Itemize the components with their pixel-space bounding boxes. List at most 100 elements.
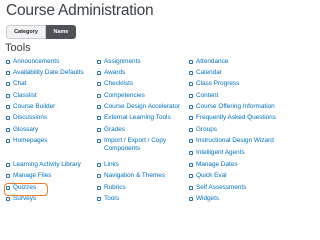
tool-label: Checklists xyxy=(104,80,134,87)
tool-link[interactable]: Content xyxy=(189,92,218,100)
tool-link[interactable]: Learning Activity Library xyxy=(6,161,81,169)
tool-label: Manage Dates xyxy=(196,161,238,168)
tool-link[interactable]: Class Progress xyxy=(189,80,239,88)
agent-icon xyxy=(189,151,193,155)
tool-link[interactable]: External Learning Tools xyxy=(97,114,171,122)
megaphone-icon xyxy=(6,60,10,64)
people-icon xyxy=(6,94,10,98)
wizard-icon xyxy=(189,139,193,143)
building-blocks-icon xyxy=(6,105,10,109)
folder-icon xyxy=(6,174,10,178)
competency-icon xyxy=(97,94,101,98)
tool-link[interactable]: Self Assessments xyxy=(189,184,246,192)
tool-link[interactable]: Classlist xyxy=(6,92,37,100)
tool-link[interactable]: Announcements xyxy=(6,58,59,66)
tool-link[interactable]: Rubrics xyxy=(97,184,126,192)
tool-link[interactable]: Intelligent Agents xyxy=(189,149,245,157)
tool-label: Class Progress xyxy=(196,80,240,87)
tool-label: Chat xyxy=(13,80,27,87)
tool-link[interactable]: Frequently Asked Questions xyxy=(189,114,276,122)
accelerator-icon xyxy=(97,105,101,109)
faq-icon xyxy=(189,116,193,120)
tool-link[interactable]: Links xyxy=(97,161,119,169)
tool-link[interactable]: Course Builder xyxy=(6,103,55,111)
info-icon xyxy=(189,105,193,109)
tool-link[interactable]: Availability Date Defaults xyxy=(6,69,84,77)
tool-link[interactable]: Assignments xyxy=(97,58,141,66)
library-icon xyxy=(6,163,10,167)
wrench-icon xyxy=(97,197,101,201)
tool-label: Glossary xyxy=(13,126,39,133)
award-icon xyxy=(97,71,101,75)
tool-label: Awards xyxy=(104,69,126,76)
rubric-icon xyxy=(97,186,101,190)
tool-link[interactable]: Course Offering Information xyxy=(189,103,275,111)
tool-label: External Learning Tools xyxy=(104,114,171,121)
tool-link[interactable]: Quick Eval xyxy=(189,172,227,180)
tool-link[interactable]: Manage Files xyxy=(6,172,51,180)
link-icon xyxy=(97,163,101,167)
calendar-icon xyxy=(189,71,193,75)
book-icon xyxy=(6,128,10,132)
tool-label: Surveys xyxy=(13,195,37,202)
tool-label: Discussions xyxy=(13,114,48,121)
import-export-icon xyxy=(97,139,101,143)
groups-icon xyxy=(189,128,193,132)
chat-bubble-icon xyxy=(6,82,10,86)
tool-link[interactable]: Homepages xyxy=(6,137,47,145)
tool-link[interactable]: Grades xyxy=(97,126,125,134)
tool-label: Manage Files xyxy=(13,172,52,179)
tool-link[interactable]: Course Design Accelerator xyxy=(97,103,180,111)
discussion-icon xyxy=(6,116,10,120)
tool-link[interactable]: Awards xyxy=(97,69,125,77)
tool-link[interactable]: Glossary xyxy=(6,126,38,134)
page-title: Course Administration xyxy=(6,2,154,19)
tool-link[interactable]: Instructional Design Wizard xyxy=(189,137,274,145)
assignment-icon xyxy=(97,60,101,64)
tool-label: Intelligent Agents xyxy=(196,149,245,156)
tool-label: Grades xyxy=(104,126,125,133)
content-icon xyxy=(189,94,193,98)
tool-link[interactable]: Calendar xyxy=(189,69,222,77)
tool-link[interactable]: Surveys xyxy=(6,195,36,203)
tool-label: Instructional Design Wizard xyxy=(196,137,274,144)
tool-link[interactable]: Chat xyxy=(6,80,27,88)
tool-link[interactable]: Competencies xyxy=(97,92,145,100)
tool-link[interactable]: Navigation & Themes xyxy=(97,172,165,180)
category-button[interactable]: Category xyxy=(6,25,46,39)
tool-label: Navigation & Themes xyxy=(104,172,165,179)
widget-icon xyxy=(189,197,193,201)
tool-link[interactable]: Groups xyxy=(189,126,217,134)
tool-label: Tools xyxy=(104,195,119,202)
tool-label: Links xyxy=(104,161,119,168)
quick-eval-icon xyxy=(189,174,193,178)
tool-label: Homepages xyxy=(13,137,48,144)
tool-link[interactable]: Import / Export / Copy Components xyxy=(97,137,180,153)
tool-label: Import / Export / Copy Components xyxy=(104,137,167,152)
tool-link[interactable]: Discussions xyxy=(6,114,47,122)
tool-label: Rubrics xyxy=(104,184,126,191)
tool-link[interactable]: Tools xyxy=(97,195,119,203)
tool-label: Content xyxy=(196,92,219,99)
sort-toggle: Category Name xyxy=(6,25,76,39)
tool-label: Course Offering Information xyxy=(196,103,275,110)
home-icon xyxy=(6,139,10,143)
tool-link[interactable]: Checklists xyxy=(97,80,133,88)
calendar-clock-icon xyxy=(6,71,10,75)
tool-label: Quick Eval xyxy=(196,172,227,179)
tool-label: Availability Date Defaults xyxy=(13,69,84,76)
tool-link[interactable]: Widgets xyxy=(189,195,219,203)
grades-icon xyxy=(97,128,101,132)
tool-link[interactable]: Attendance xyxy=(189,58,228,66)
dates-icon xyxy=(189,163,193,167)
self-assessment-icon xyxy=(189,186,193,190)
navigation-icon xyxy=(97,174,101,178)
tool-link[interactable]: Manage Dates xyxy=(189,161,238,169)
tool-label: Self Assessments xyxy=(196,184,247,191)
checklist-icon xyxy=(97,82,101,86)
tool-label: Frequently Asked Questions xyxy=(196,114,276,121)
name-button[interactable]: Name xyxy=(46,25,76,39)
tool-label: Assignments xyxy=(104,58,141,65)
tool-label: Competencies xyxy=(104,92,145,99)
tool-label: Course Design Accelerator xyxy=(104,103,181,110)
